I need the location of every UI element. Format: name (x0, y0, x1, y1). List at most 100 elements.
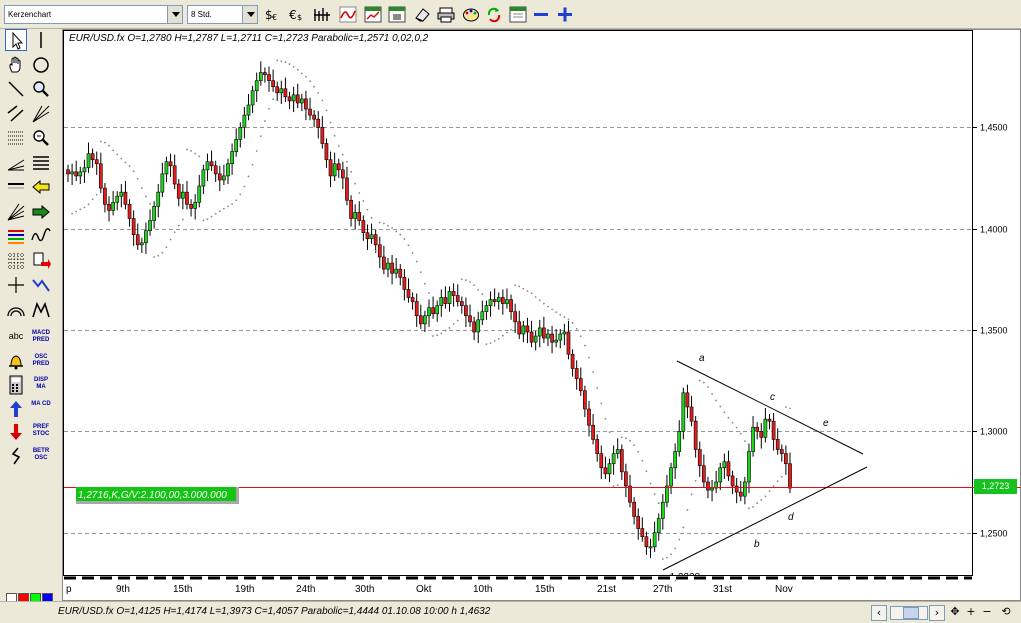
dotted-grid-tool[interactable] (5, 127, 27, 149)
wave-tool[interactable] (30, 225, 52, 247)
candle (312, 110, 316, 128)
printer-icon[interactable] (437, 6, 455, 23)
fan-tool[interactable] (5, 201, 27, 223)
trend-line-tool[interactable] (5, 78, 27, 100)
reset-view-icon[interactable]: ⟲ (998, 605, 1014, 621)
window-icon[interactable] (509, 6, 527, 23)
scroll-right-button[interactable]: › (929, 605, 945, 621)
text-tool[interactable]: abc (5, 327, 27, 349)
arrow-right-tool[interactable] (30, 201, 52, 223)
sar-dot (161, 251, 164, 254)
period-select[interactable]: 8 Std. (187, 5, 258, 24)
candle (369, 223, 374, 244)
sell-arrow-tool[interactable] (5, 421, 27, 443)
horizontal-lines-tool[interactable] (30, 152, 52, 174)
horizontal-line-tool[interactable] (5, 176, 27, 198)
candle (336, 158, 341, 178)
sar-dot (194, 152, 197, 155)
angle-tool[interactable] (5, 152, 27, 174)
arrow-left-tool[interactable] (30, 176, 52, 198)
eraser-icon[interactable] (413, 6, 431, 23)
candle (254, 72, 259, 102)
chart-lock-icon[interactable] (388, 6, 406, 23)
page-arrow-tool[interactable] (30, 250, 52, 272)
angle-icon (7, 159, 25, 170)
macd-tool[interactable]: MA CD (30, 398, 52, 420)
candle (185, 180, 189, 210)
candle (341, 161, 345, 190)
circle-tool[interactable] (30, 54, 52, 76)
scroll-thumb[interactable] (903, 607, 919, 619)
vertical-line-tool[interactable] (30, 29, 52, 51)
sar-dot (419, 271, 422, 274)
palette-icon[interactable] (462, 6, 480, 23)
sar-dot (75, 210, 78, 213)
pref-stoc-tool[interactable]: PREF STOC (30, 421, 52, 443)
macd-pred-tool[interactable]: MACD PRED (30, 327, 52, 349)
grid-bars-icon[interactable] (313, 6, 331, 23)
chart-area[interactable]: 1,45001,40001,35001,30001,2500abcde1,232… (62, 29, 1021, 601)
zoom-in-icon[interactable] (556, 6, 574, 23)
candle (308, 97, 312, 121)
scroll-left-button[interactable]: ‹ (871, 605, 887, 621)
parallel-lines-tool[interactable] (5, 103, 27, 125)
wave-chart-icon[interactable] (339, 6, 357, 23)
sar-dot (510, 328, 512, 331)
candle (250, 85, 255, 114)
sar-dot (518, 285, 521, 288)
disp-ma-tool[interactable]: DISP MA (30, 374, 52, 396)
pointer-tool[interactable] (5, 29, 27, 51)
alarm-tool[interactable] (5, 351, 27, 373)
wave-label-b: b (754, 539, 760, 550)
squiggle-tool[interactable] (5, 445, 27, 467)
sar-dot (214, 212, 217, 215)
status-text: EUR/USD.fx O=1,4125 H=1,4174 L=1,3973 C=… (58, 606, 491, 617)
calculator-tool[interactable] (5, 374, 27, 396)
zoom-box-tool[interactable] (30, 127, 52, 149)
euro-icon[interactable]: € $ (288, 6, 306, 23)
sar-dot (325, 109, 328, 112)
chevron-down-icon[interactable] (167, 6, 182, 23)
candle (537, 319, 542, 348)
x-tick-label: 24th (296, 584, 315, 595)
sar-dot (395, 230, 398, 233)
betr-osc-tool[interactable]: BETR OSC (30, 445, 52, 467)
sar-dot (403, 238, 406, 240)
sar-dot (657, 502, 660, 505)
magnifier-tool[interactable] (30, 78, 52, 100)
dot-grid-tool[interactable] (5, 250, 27, 272)
chart-type-select[interactable]: Kerzenchart (4, 5, 183, 24)
candle (328, 151, 333, 188)
candle (111, 191, 115, 216)
zigzag-tool[interactable] (30, 274, 52, 296)
sar-dot (284, 61, 287, 64)
refresh-chart-icon[interactable] (485, 6, 503, 23)
order-label[interactable]: 1,2716,K,G/V:2.100,00,3.000.000 (76, 487, 239, 504)
fibonacci-tool[interactable] (30, 103, 52, 125)
zoom-in-small-icon[interactable]: + (964, 605, 978, 621)
sar-dot (604, 417, 607, 420)
sar-dot (694, 479, 697, 482)
elliott-tool[interactable] (30, 299, 52, 321)
sar-dot (608, 431, 611, 434)
zoom-out-small-icon[interactable]: − (980, 605, 994, 621)
chart-window-icon[interactable] (364, 6, 382, 23)
osc-pred-tool[interactable]: OSC PRED (30, 351, 52, 373)
tool-palette: abc MACD PRED OSC PRED DISP MA MA CD PREF STO… (0, 29, 56, 589)
move-icon[interactable]: ✥ (948, 605, 962, 621)
color-bars-tool[interactable] (5, 225, 27, 247)
candle (414, 293, 419, 327)
circle-icon (33, 56, 49, 73)
sar-dot (473, 284, 476, 287)
zoom-out-icon[interactable] (532, 6, 550, 23)
crosshair-tool[interactable] (5, 274, 27, 296)
hand-tool[interactable] (5, 54, 27, 76)
dollar-euro-icon[interactable]: $ € (263, 6, 281, 23)
candlestick-chart[interactable]: 1,45001,40001,35001,30001,2500abcde1,232… (63, 30, 1021, 602)
candle (283, 77, 288, 102)
sar-dot (534, 296, 537, 298)
chevron-down-icon[interactable] (242, 6, 257, 23)
arc-tool[interactable] (5, 299, 27, 321)
buy-arrow-tool[interactable] (5, 398, 27, 420)
candle (332, 152, 337, 181)
